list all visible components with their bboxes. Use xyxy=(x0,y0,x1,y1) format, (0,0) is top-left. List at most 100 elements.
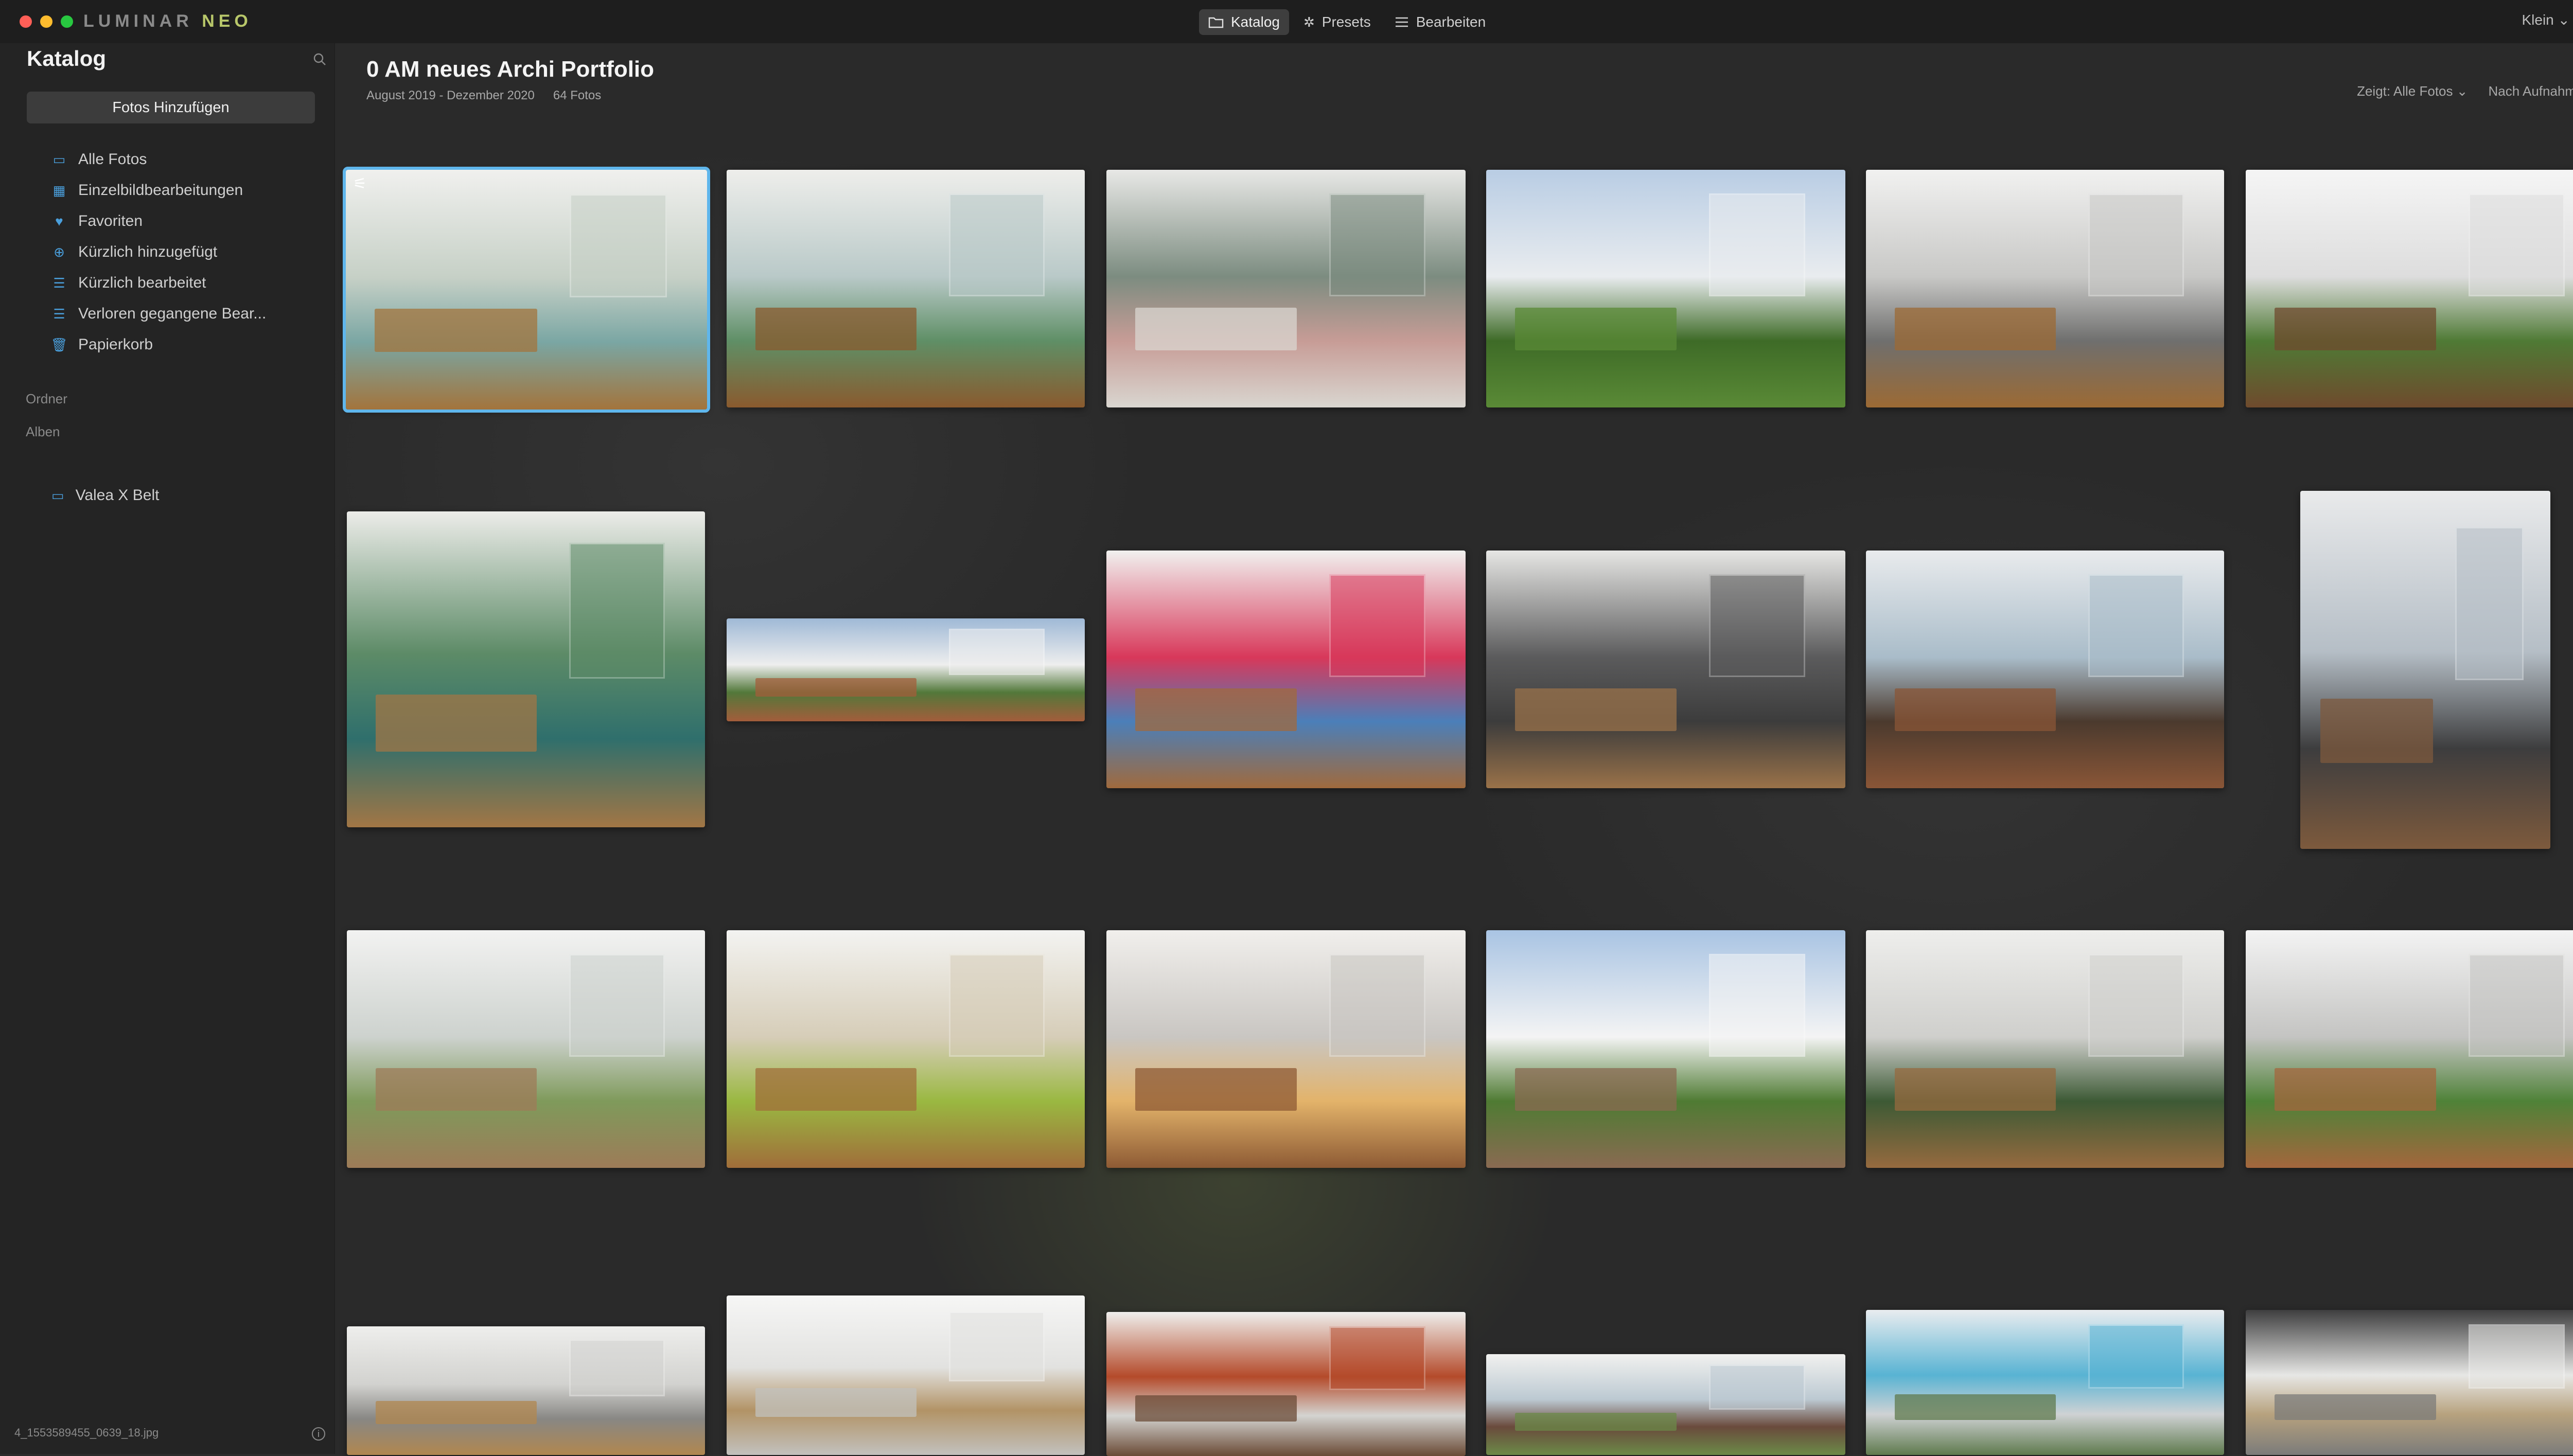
photo-thumbnail[interactable] xyxy=(347,1326,705,1455)
folder-icon xyxy=(1208,17,1224,28)
sidebar-item-favorites[interactable]: ♥ Favoriten xyxy=(51,206,266,237)
photo-thumbnail[interactable] xyxy=(1866,551,2224,788)
photo-thumbnail[interactable] xyxy=(1486,551,1845,788)
sort-dropdown[interactable]: Nach Aufnahmezeit ⌄ xyxy=(2489,83,2573,99)
photo-window xyxy=(2468,193,2565,297)
photo-accent xyxy=(1894,307,2056,351)
heart-icon: ♥ xyxy=(55,213,63,229)
albums-section-label[interactable]: Alben xyxy=(26,424,60,440)
photo-accent xyxy=(1514,1068,1677,1111)
thumbnail-size-select[interactable]: Klein ⌄ xyxy=(2522,11,2570,28)
tab-bearbeiten[interactable]: Bearbeiten xyxy=(1385,9,1495,35)
photo-accent xyxy=(2320,698,2433,763)
photo-accent xyxy=(1514,688,1677,732)
photo-thumbnail[interactable] xyxy=(1486,170,1845,407)
sliders-icon xyxy=(1395,17,1408,27)
photo-thumbnail[interactable] xyxy=(1106,551,1466,788)
photo-accent xyxy=(2274,1394,2436,1421)
sliders-icon: ☰ xyxy=(53,275,65,291)
album-item[interactable]: ▭ Valea X Belt xyxy=(51,487,159,504)
sidebar-item-single-edits[interactable]: ▦ Einzelbildbearbeitungen xyxy=(51,175,266,206)
sidebar-item-recently-edited[interactable]: ☰ Kürzlich bearbeitet xyxy=(51,268,266,298)
album-item-label: Valea X Belt xyxy=(75,487,160,504)
photo-window xyxy=(1329,574,1426,678)
tab-presets[interactable]: ✲ Presets xyxy=(1294,9,1380,35)
photo-thumbnail[interactable] xyxy=(1106,170,1466,407)
sidebar-item-all-photos[interactable]: ▭ Alle Fotos xyxy=(51,144,266,175)
photo-window xyxy=(1329,193,1426,297)
photo-thumbnail[interactable] xyxy=(1486,1354,1845,1455)
photo-thumbnail[interactable] xyxy=(727,170,1085,407)
search-icon[interactable] xyxy=(313,52,326,66)
photo-accent xyxy=(1514,1412,1677,1431)
photo-thumbnail[interactable] xyxy=(1866,930,2224,1168)
view-controls: Zeigt: Alle Fotos ⌄ Nach Aufnahmezeit ⌄ xyxy=(2357,83,2573,99)
sidebar-title: Katalog xyxy=(27,46,107,70)
photo-window xyxy=(2088,1324,2184,1389)
app-logo: LUMINAR NEO xyxy=(83,11,252,31)
photo-window xyxy=(2455,526,2524,680)
album-meta: August 2019 - Dezember 2020 64 Fotos xyxy=(366,88,601,103)
tab-katalog[interactable]: Katalog xyxy=(1199,9,1289,35)
sidebar-item-recently-added[interactable]: ⊕ Kürzlich hinzugefügt xyxy=(51,237,266,268)
close-window-button[interactable] xyxy=(20,15,32,28)
photo-window xyxy=(2468,954,2565,1057)
photo-thumbnail[interactable] xyxy=(347,511,705,827)
photo-thumbnail[interactable] xyxy=(1866,1310,2224,1455)
photo-thumbnail[interactable]: ⚟ xyxy=(343,167,710,413)
edited-badge-icon: ⚟ xyxy=(353,175,367,192)
photo-window xyxy=(948,1311,1045,1382)
sidebar-item-label: Verloren gegangene Bear... xyxy=(78,305,267,322)
photo-window xyxy=(1708,193,1806,297)
photo-window xyxy=(569,1339,665,1396)
photo-accent xyxy=(755,1068,917,1111)
photo-thumbnail[interactable] xyxy=(2246,170,2573,407)
photo-window xyxy=(569,954,665,1057)
photos-icon: ▭ xyxy=(52,151,66,167)
photo-window xyxy=(1329,1326,1426,1390)
tab-bearbeiten-label: Bearbeiten xyxy=(1416,14,1486,30)
sidebar-nav: ▭ Alle Fotos ▦ Einzelbildbearbeitungen ♥… xyxy=(51,144,267,360)
photo-thumbnail[interactable] xyxy=(1486,930,1845,1168)
folders-section-label[interactable]: Ordner xyxy=(26,391,67,407)
photo-thumbnail[interactable] xyxy=(1866,170,2224,407)
add-photos-button[interactable]: Fotos Hinzufügen xyxy=(27,92,315,123)
photo-window xyxy=(1708,1364,1806,1410)
photo-window xyxy=(948,629,1045,675)
info-icon[interactable]: i xyxy=(312,1427,325,1441)
sidebar-item-label: Favoriten xyxy=(78,212,143,229)
photo-thumbnail[interactable] xyxy=(727,618,1085,721)
photo-accent xyxy=(1135,307,1297,351)
photo-thumbnail[interactable] xyxy=(727,930,1085,1168)
photo-accent xyxy=(375,695,537,752)
photo-window xyxy=(2088,574,2184,678)
sidebar-item-label: Kürzlich hinzugefügt xyxy=(78,243,218,260)
photo-accent xyxy=(1135,1395,1297,1422)
sidebar-item-trash[interactable]: 🗑 Papierkorb xyxy=(51,329,266,360)
trash-icon: 🗑 xyxy=(50,336,68,352)
photo-accent xyxy=(755,678,917,697)
photo-window xyxy=(2088,193,2184,297)
photo-thumbnail[interactable] xyxy=(727,1295,1085,1455)
minimize-window-button[interactable] xyxy=(40,15,52,28)
sidebar: Katalog Fotos Hinzufügen ▭ Alle Fotos ▦ … xyxy=(0,43,335,1454)
top-right-controls: Klein ⌄ xyxy=(2522,11,2573,28)
photo-accent xyxy=(375,1068,537,1111)
photo-thumbnail[interactable] xyxy=(2246,1310,2573,1455)
zoom-window-button[interactable] xyxy=(61,15,73,28)
photo-thumbnail[interactable] xyxy=(347,930,705,1168)
photo-accent xyxy=(1135,1068,1297,1111)
photo-thumbnail[interactable] xyxy=(2300,491,2550,849)
photo-thumbnail[interactable] xyxy=(2246,930,2573,1168)
photo-thumbnail[interactable] xyxy=(1106,1312,1466,1456)
top-navigation: Katalog ✲ Presets Bearbeiten xyxy=(1199,9,1495,35)
sidebar-item-lost-edits[interactable]: ☰ Verloren gegangene Bear... xyxy=(51,298,266,329)
photo-window xyxy=(948,954,1045,1057)
filter-dropdown[interactable]: Zeigt: Alle Fotos ⌄ xyxy=(2357,83,2468,99)
photo-window xyxy=(570,193,667,298)
photo-accent xyxy=(2274,1068,2436,1111)
sidebar-item-label: Papierkorb xyxy=(78,336,153,353)
sidebar-item-label: Alle Fotos xyxy=(78,151,147,168)
photo-accent xyxy=(1894,1068,2056,1111)
photo-thumbnail[interactable] xyxy=(1106,930,1466,1168)
